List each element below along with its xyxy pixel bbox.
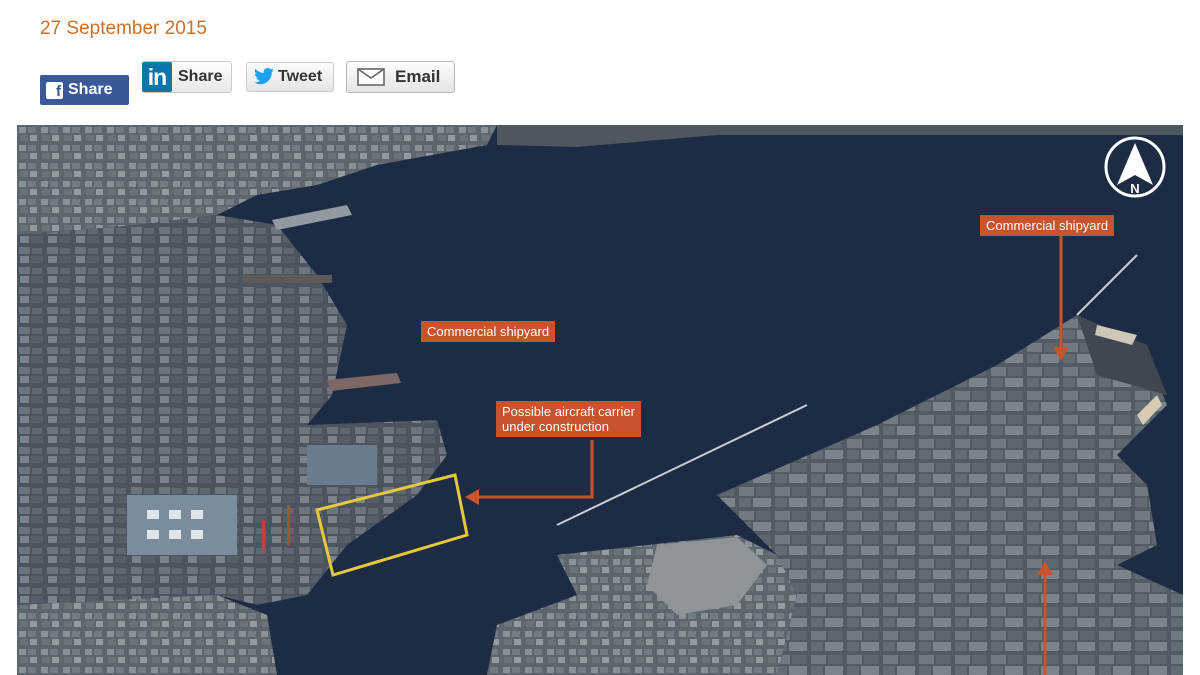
email-icon	[357, 68, 385, 86]
satellite-map-image: N Commercial shipyard Commercial shipyar…	[17, 125, 1183, 675]
linkedin-share-label: Share	[178, 68, 223, 85]
facebook-icon: f	[46, 81, 63, 99]
linkedin-share-button[interactable]: in Share	[142, 61, 232, 93]
facebook-share-label: Share	[68, 81, 113, 98]
satellite-terrain	[17, 125, 1183, 675]
facebook-share-button[interactable]: f Share	[40, 75, 129, 105]
tweet-button[interactable]: Tweet	[246, 62, 334, 92]
tweet-label: Tweet	[278, 68, 323, 85]
label-commercial-shipyard-right: Commercial shipyard	[980, 215, 1115, 236]
label-commercial-shipyard-center: Commercial shipyard	[421, 321, 556, 342]
email-share-label: Email	[395, 67, 441, 86]
compass-letter: N	[1130, 181, 1139, 196]
email-share-button[interactable]: Email	[346, 61, 455, 93]
article-date: 27 September 2015	[40, 18, 207, 39]
share-bar: f Share in Share Tweet Email	[40, 60, 540, 110]
carrier-label-line1: Possible aircraft carrier	[502, 404, 635, 419]
twitter-icon	[254, 68, 274, 85]
north-arrow-icon: N	[1104, 136, 1166, 198]
carrier-label-line2: under construction	[502, 419, 609, 434]
label-possible-carrier: Possible aircraft carrier under construc…	[496, 401, 641, 437]
linkedin-icon: in	[142, 62, 172, 92]
